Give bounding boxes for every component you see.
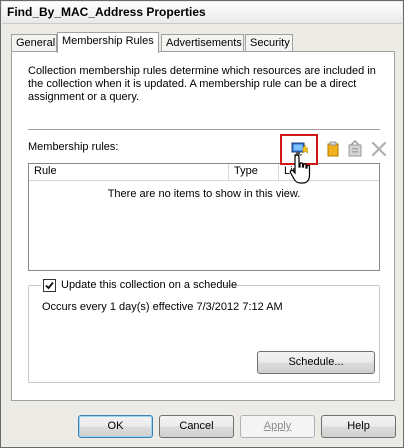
list-header: Rule Type Limit bbox=[29, 164, 379, 181]
schedule-checkbox-label[interactable]: Update this collection on a schedule bbox=[61, 279, 237, 291]
tab-advertisements[interactable]: Advertisements bbox=[161, 34, 244, 51]
schedule-groupbox: Update this collection on a schedule Occ… bbox=[28, 278, 380, 383]
column-header-rule[interactable]: Rule bbox=[29, 164, 229, 180]
checkmark-icon bbox=[45, 281, 54, 290]
schedule-checkbox-wrap[interactable]: Update this collection on a schedule bbox=[41, 278, 237, 294]
apply-button[interactable]: Apply bbox=[240, 415, 315, 438]
tab-general[interactable]: General bbox=[11, 34, 57, 51]
membership-rules-panel: Collection membership rules determine wh… bbox=[11, 51, 395, 401]
apply-button-label: Apply bbox=[263, 420, 292, 432]
ok-button[interactable]: OK bbox=[78, 415, 153, 438]
membership-rules-list[interactable]: Rule Type Limit There are no items to sh… bbox=[28, 163, 380, 271]
empty-list-message: There are no items to show in this view. bbox=[107, 188, 301, 200]
description-text: Collection membership rules determine wh… bbox=[28, 65, 376, 103]
schedule-summary: Occurs every 1 day(s) effective 7/3/2012… bbox=[42, 301, 283, 313]
delete-rule-button[interactable] bbox=[370, 140, 388, 158]
properties-dialog: Find_By_MAC_Address Properties General M… bbox=[0, 0, 404, 448]
cancel-button[interactable]: Cancel bbox=[159, 415, 234, 438]
tab-security[interactable]: Security bbox=[245, 34, 293, 51]
properties-icon bbox=[348, 140, 362, 157]
delete-icon bbox=[371, 141, 387, 157]
help-button[interactable]: Help bbox=[321, 415, 396, 438]
window-title: Find_By_MAC_Address Properties bbox=[7, 5, 206, 19]
column-header-type[interactable]: Type bbox=[229, 164, 279, 180]
hand-cursor-icon bbox=[288, 153, 316, 190]
title-bar[interactable]: Find_By_MAC_Address Properties bbox=[2, 2, 402, 24]
schedule-button[interactable]: Schedule... bbox=[257, 351, 375, 374]
new-direct-rule-button[interactable] bbox=[324, 140, 342, 158]
schedule-checkbox[interactable] bbox=[43, 279, 56, 292]
separator bbox=[28, 129, 380, 131]
tab-membership-rules[interactable]: Membership Rules bbox=[57, 32, 159, 53]
direct-rule-icon bbox=[327, 141, 339, 157]
membership-rules-label: Membership rules: bbox=[28, 141, 119, 153]
rule-properties-button[interactable] bbox=[346, 140, 364, 158]
